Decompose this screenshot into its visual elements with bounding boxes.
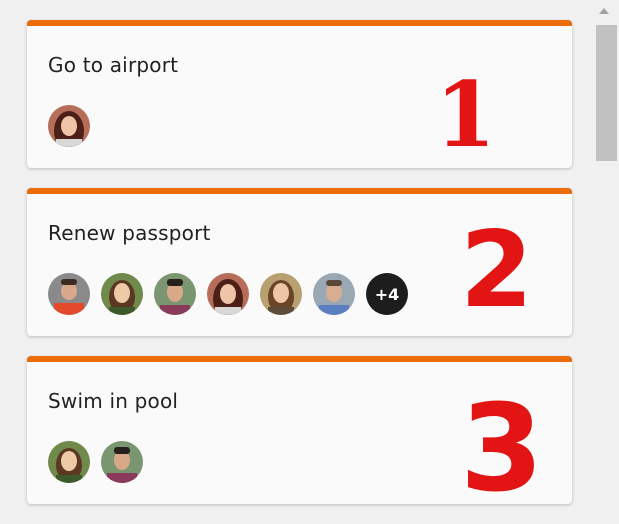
- card-title: Swim in pool: [48, 389, 179, 413]
- task-card[interactable]: Go to airport 1: [27, 20, 572, 168]
- avatar[interactable]: [101, 441, 143, 483]
- annotation-number: 3: [460, 380, 544, 502]
- svg-text:1: 1: [435, 68, 487, 158]
- assignee-avatars: [48, 441, 154, 483]
- avatar[interactable]: [48, 105, 90, 147]
- avatar[interactable]: [101, 273, 143, 315]
- scrollbar-thumb[interactable]: [596, 25, 617, 161]
- avatar[interactable]: [48, 273, 90, 315]
- task-card[interactable]: Swim in pool 3: [27, 356, 572, 504]
- card-title: Renew passport: [48, 221, 211, 245]
- avatar[interactable]: [154, 273, 196, 315]
- annotation-number: 1: [435, 68, 487, 158]
- annotation-number: 2: [460, 216, 533, 316]
- avatar[interactable]: [313, 273, 355, 315]
- vertical-scrollbar[interactable]: [592, 0, 619, 511]
- avatar[interactable]: [260, 273, 302, 315]
- assignee-avatars: [48, 105, 101, 147]
- card-title: Go to airport: [48, 53, 179, 77]
- task-card-list: Go to airport 1 Renew passport +4 2 Swim…: [27, 20, 572, 524]
- svg-text:3: 3: [460, 380, 544, 502]
- avatar[interactable]: [48, 441, 90, 483]
- svg-text:2: 2: [460, 216, 533, 316]
- avatar[interactable]: [207, 273, 249, 315]
- assignee-avatars: +4: [48, 273, 419, 315]
- task-card[interactable]: Renew passport +4 2: [27, 188, 572, 336]
- scroll-up-arrow-icon[interactable]: [599, 8, 609, 14]
- more-avatars-badge[interactable]: +4: [366, 273, 408, 315]
